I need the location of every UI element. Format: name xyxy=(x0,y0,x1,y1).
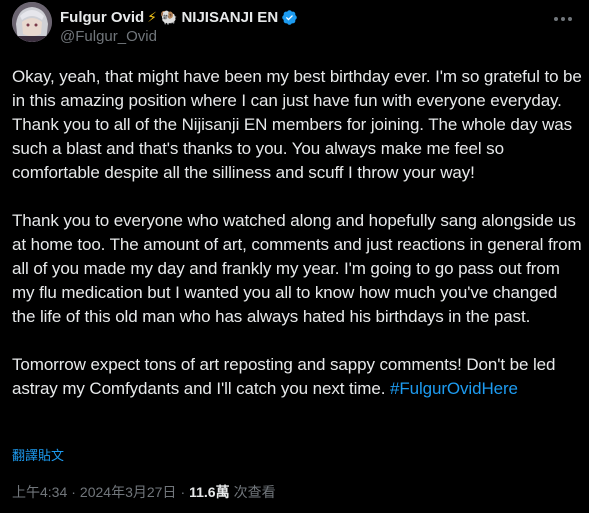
verified-badge-icon xyxy=(281,9,298,26)
meta-separator-2: · xyxy=(180,484,186,500)
lightning-emoji: ⚡ xyxy=(147,9,158,25)
tweet-body: Okay, yeah, that might have been my best… xyxy=(12,65,582,401)
more-options-icon[interactable] xyxy=(551,10,575,28)
avatar[interactable] xyxy=(12,2,52,42)
translate-post-link[interactable]: 翻譯貼文 xyxy=(12,445,64,464)
views-label: 次查看 xyxy=(233,484,276,500)
tweet-meta: 上午4:34 · 2024年3月27日 · 11.6萬 次查看 xyxy=(12,482,276,502)
author-names: Fulgur Ovid ⚡ 🐏 NIJISANJI EN @Fulgur_Ovi… xyxy=(60,8,298,45)
name-row: Fulgur Ovid ⚡ 🐏 NIJISANJI EN xyxy=(60,8,298,26)
sheep-emoji: 🐏 xyxy=(160,9,178,25)
hashtag-link[interactable]: #FulgurOvidHere xyxy=(390,379,518,398)
body-paragraph-3: Tomorrow expect tons of art reposting an… xyxy=(12,353,582,401)
body-paragraph-2: Thank you to everyone who watched along … xyxy=(12,211,582,326)
org-name[interactable]: NIJISANJI EN xyxy=(181,9,278,26)
views-count: 11.6萬 xyxy=(189,484,230,500)
tweet-header: Fulgur Ovid ⚡ 🐏 NIJISANJI EN @Fulgur_Ovi… xyxy=(12,2,579,50)
meta-separator: · xyxy=(71,484,76,500)
tweet: Fulgur Ovid ⚡ 🐏 NIJISANJI EN @Fulgur_Ovi… xyxy=(0,0,589,513)
post-date[interactable]: 2024年3月27日 xyxy=(80,482,177,502)
display-name[interactable]: Fulgur Ovid xyxy=(60,9,144,26)
handle[interactable]: @Fulgur_Ovid xyxy=(60,28,298,45)
post-time[interactable]: 上午4:34 xyxy=(12,482,67,502)
body-paragraph-1: Okay, yeah, that might have been my best… xyxy=(12,67,582,182)
